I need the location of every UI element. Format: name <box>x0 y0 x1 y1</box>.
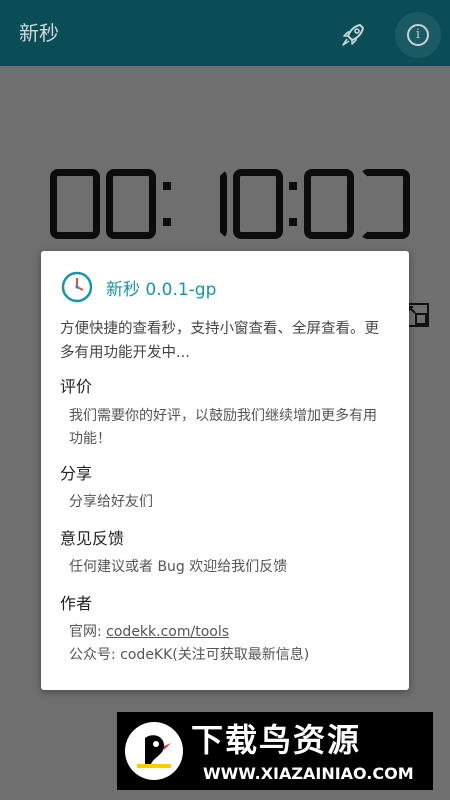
clock-display <box>50 168 410 240</box>
feedback-text[interactable]: 任何建议或者 Bug 欢迎给我们反馈 <box>69 556 389 579</box>
clock-digit <box>50 169 100 239</box>
clock-digit <box>106 169 157 239</box>
bird-logo-icon <box>125 722 183 780</box>
share-title[interactable]: 分享 <box>60 463 92 485</box>
share-text[interactable]: 分享给好友们 <box>69 491 389 514</box>
rate-title[interactable]: 评价 <box>60 376 92 398</box>
author-title: 作者 <box>60 594 93 613</box>
watermark-url: WWW.XIAZAINIAO.COM <box>203 764 414 783</box>
website-label: 官网: <box>69 624 107 640</box>
clock-digit <box>177 169 227 239</box>
rate-text[interactable]: 我们需要你的好评，以鼓励我们继续增加更多有用功能！ <box>69 405 389 451</box>
about-dialog: 新秒 0.0.1-gp 方便快捷的查看秒，支持小窗查看、全屏查看。更多有用功能开… <box>41 251 409 690</box>
author-wechat: 公众号: codeKK(关注可获取最新信息) <box>69 647 310 663</box>
dialog-description: 方便快捷的查看秒，支持小窗查看、全屏查看。更多有用功能开发中... <box>60 321 379 361</box>
website-link[interactable]: codekk.com/tools <box>106 624 229 640</box>
clock-icon <box>61 271 93 303</box>
author-website: 官网: codekk.com/tools <box>69 621 389 644</box>
watermark-banner: 下载鸟资源 WWW.XIAZAINIAO.COM <box>117 712 433 790</box>
clock-digit <box>303 169 354 239</box>
app-title: 新秒 <box>19 21 59 45</box>
info-button[interactable]: i <box>395 12 441 58</box>
clock-colon <box>289 182 298 226</box>
dialog-header: 新秒 0.0.1-gp <box>60 270 216 304</box>
rocket-icon[interactable] <box>338 20 368 50</box>
app-screen: 新秒 i 新秒 0.0.1-gp 方便快捷的查看秒，支持小窗查看、全屏查看。更多… <box>0 0 450 800</box>
clock-digit <box>359 169 410 239</box>
app-bar: 新秒 i <box>0 0 450 66</box>
dialog-title: 新秒 0.0.1-gp <box>106 279 217 300</box>
feedback-title[interactable]: 意见反馈 <box>60 528 124 550</box>
info-icon: i <box>407 24 429 46</box>
clock-colon <box>162 182 171 226</box>
clock-digit <box>233 169 284 239</box>
watermark-title: 下载鸟资源 <box>191 721 362 759</box>
